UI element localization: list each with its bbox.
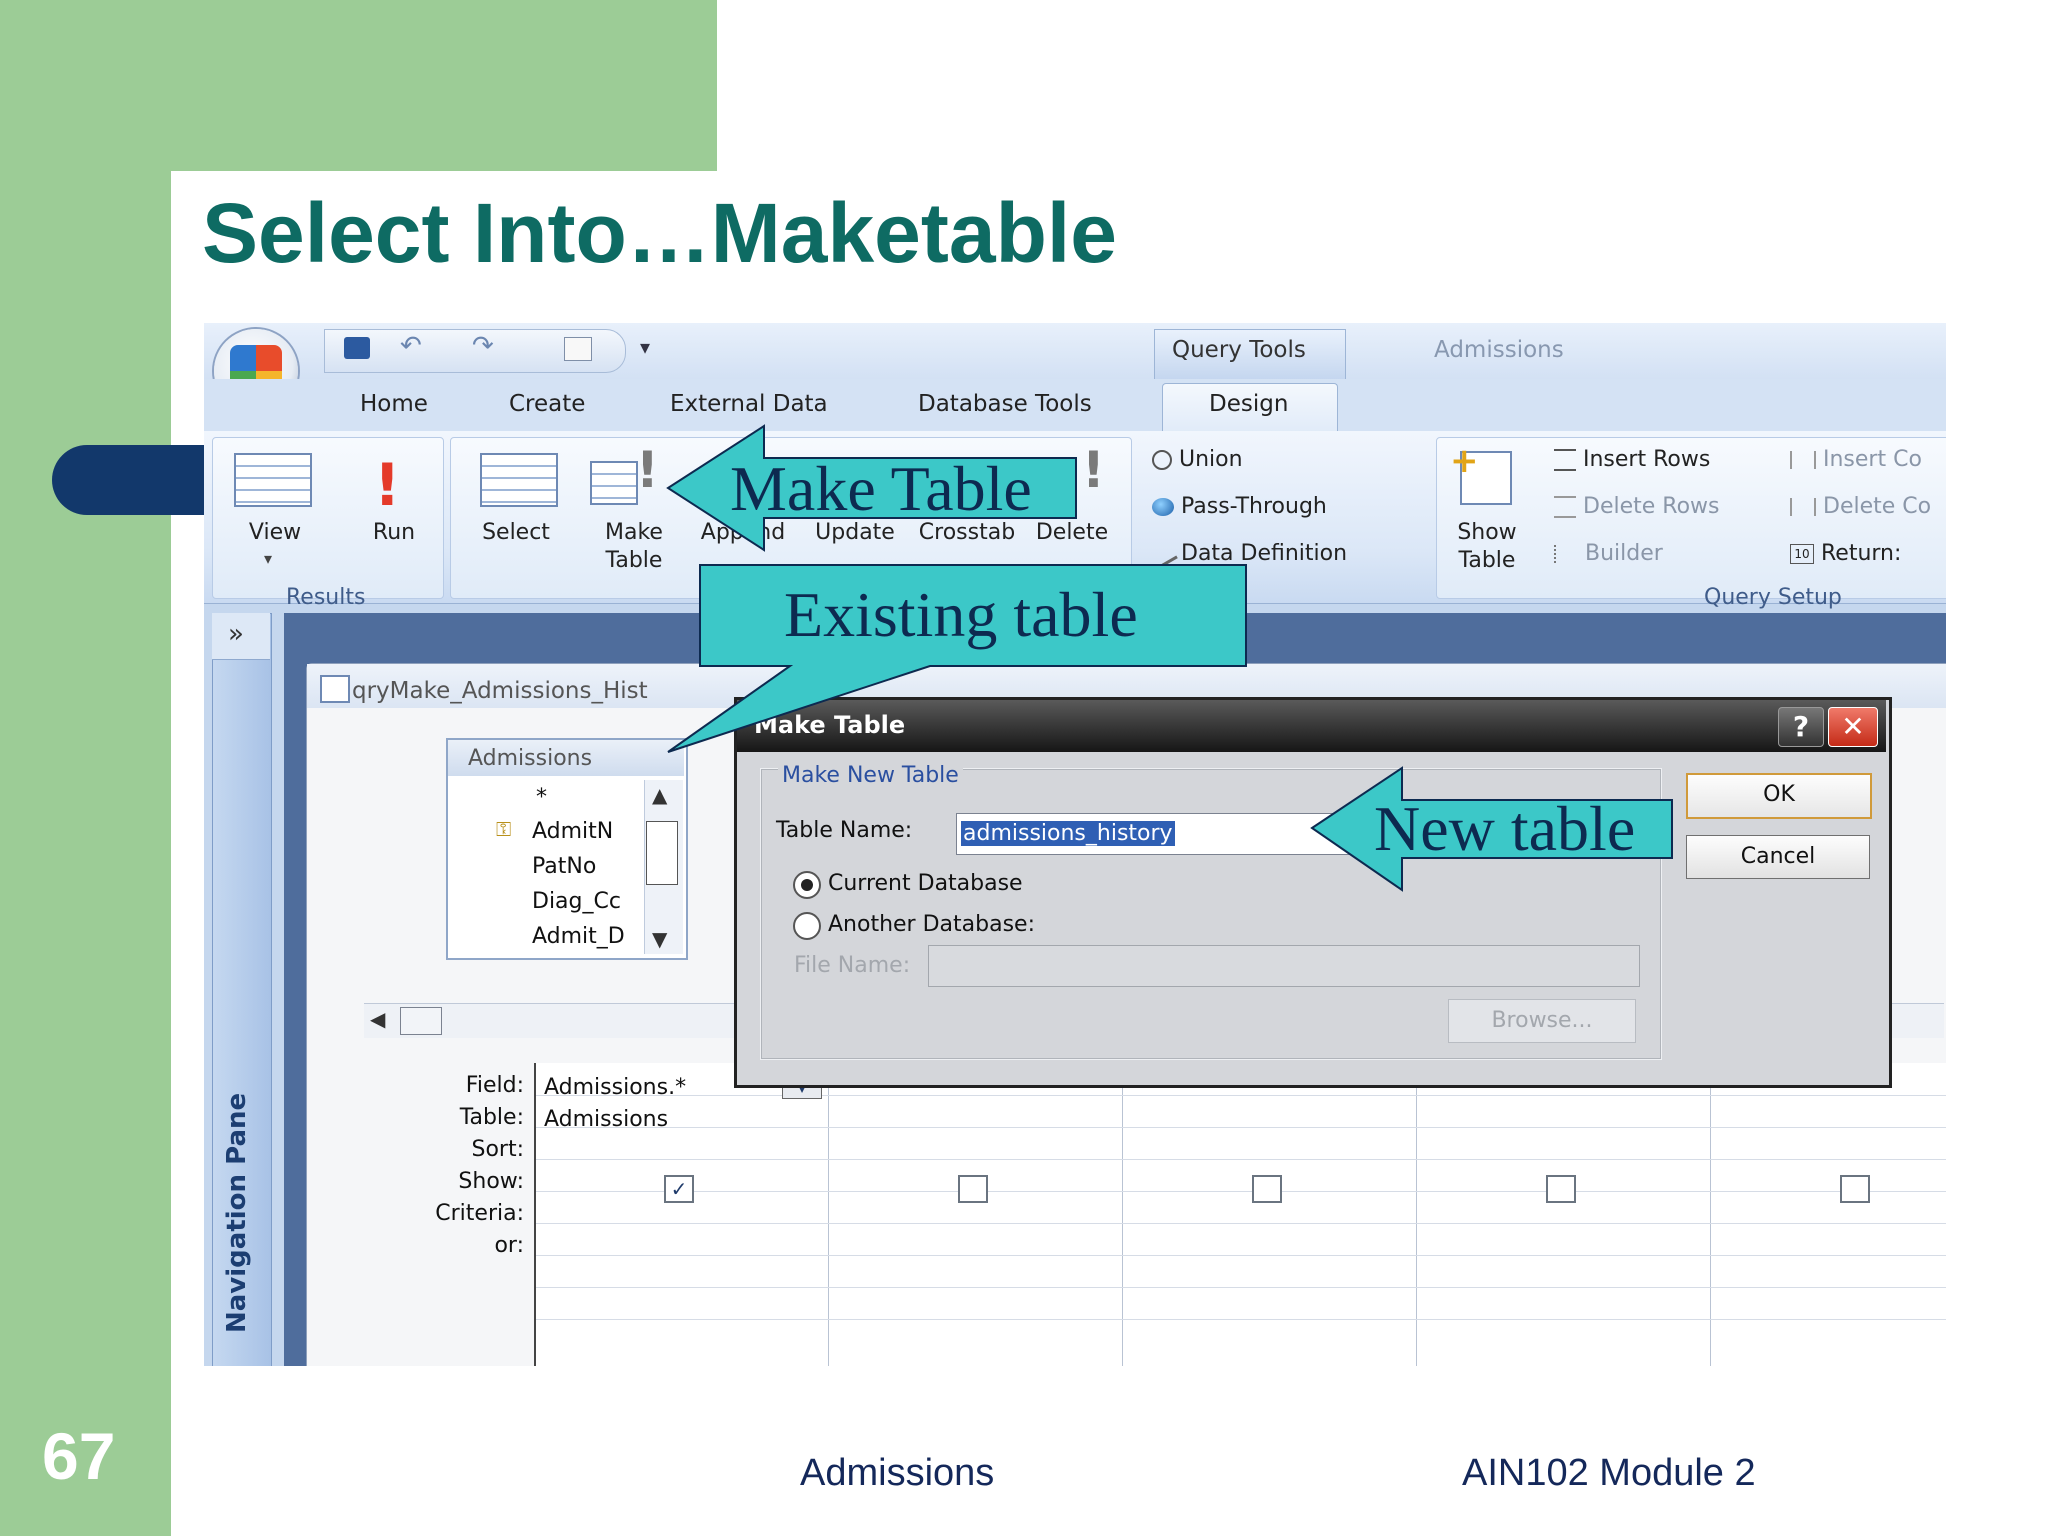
existing-table-callout-text: Existing table [784,579,1138,650]
callout-layer [666,424,1673,892]
make-table-callout-text: Make Table [730,453,1032,524]
new-table-callout-text: New table [1374,793,1636,864]
